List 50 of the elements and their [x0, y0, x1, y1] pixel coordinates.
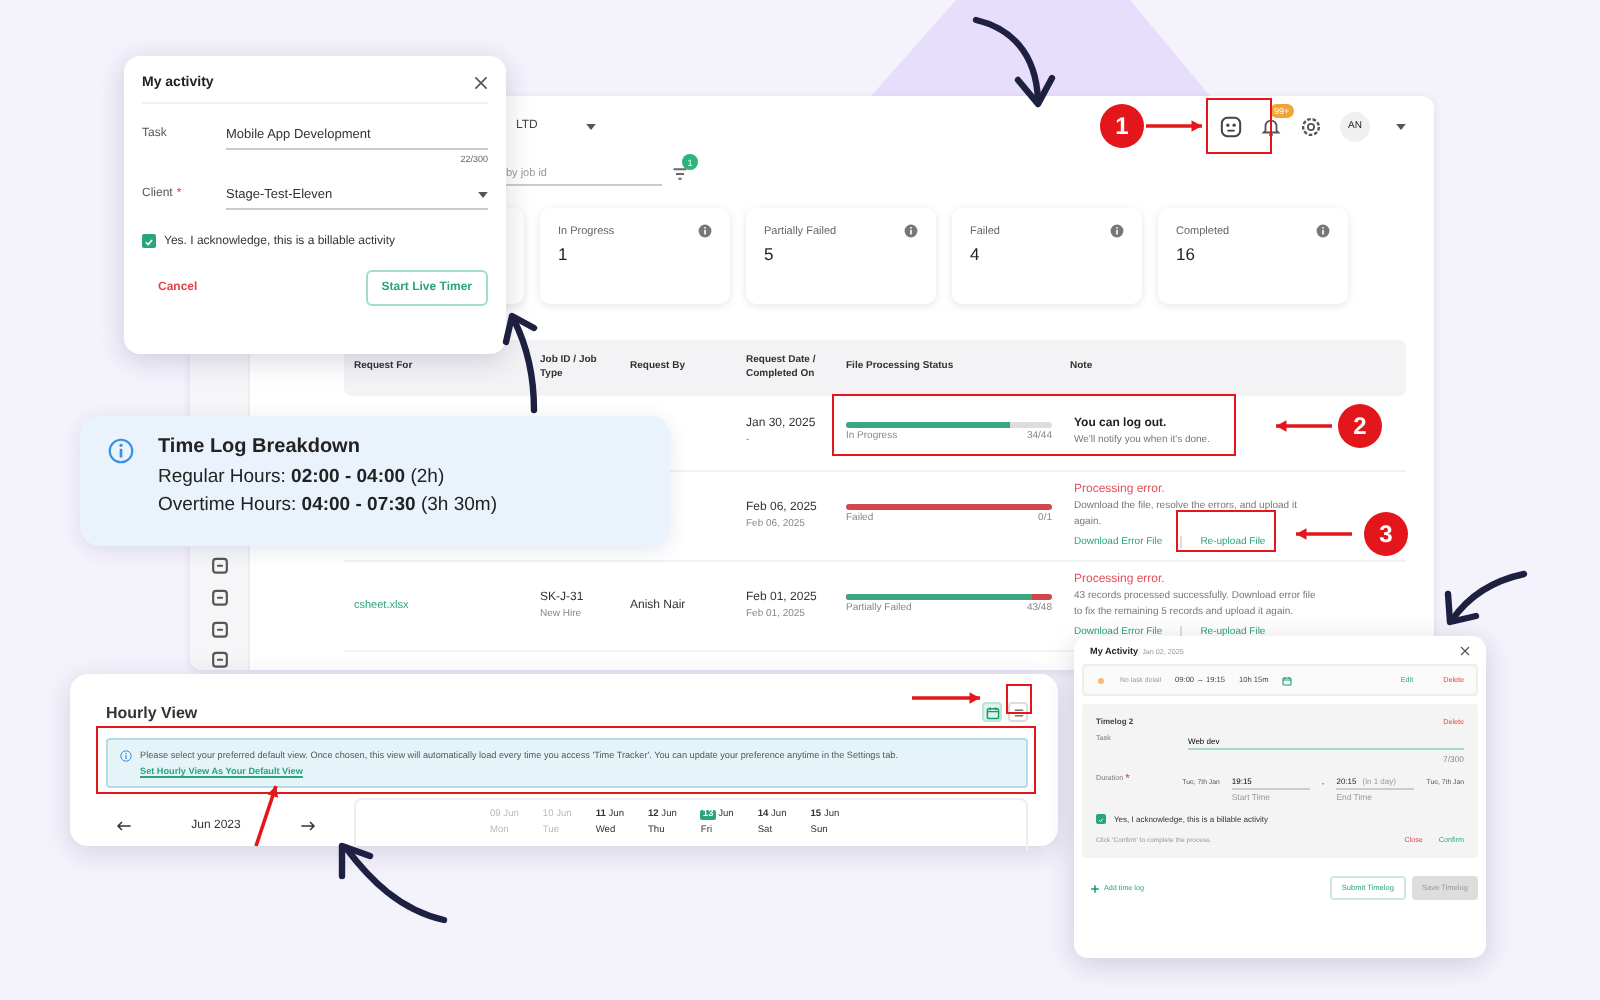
sidebar-menu-icon[interactable] [209, 556, 229, 576]
curved-arrow [1444, 570, 1528, 626]
sidebar-menu-icon[interactable] [209, 619, 229, 639]
pointer-arrow [1276, 416, 1332, 436]
info-icon[interactable] [1316, 224, 1330, 238]
checkbox[interactable] [1096, 814, 1106, 824]
status-dot-icon [1096, 675, 1106, 685]
curved-arrow [338, 842, 448, 924]
info-icon[interactable] [1110, 224, 1124, 238]
card-title: Time Log Breakdown [158, 436, 362, 458]
caret-icon [585, 123, 596, 129]
hours-text: Regular Hours: 02:00 - 04:00 (2h) [158, 464, 447, 492]
smiley-square-icon[interactable] [1220, 115, 1242, 137]
stat-value: 4 [970, 244, 982, 264]
close-icon[interactable] [474, 76, 488, 90]
info-icon [108, 438, 134, 464]
panel-title: Hourly View [106, 703, 198, 721]
list-icon [1011, 705, 1025, 719]
info-icon [120, 750, 132, 762]
hours-text: Overtime Hours: 04:00 - 07:30 (3h 30m) [158, 491, 497, 520]
pointer-arrow [252, 782, 280, 850]
calendar-view-toggle[interactable] [982, 702, 1002, 722]
pointer-arrow [1146, 116, 1202, 136]
highlight-box [1006, 684, 1032, 714]
curved-arrow [972, 16, 1056, 108]
pointer-arrow [1296, 524, 1352, 544]
plus-icon [1090, 883, 1100, 893]
stat-value: 5 [764, 244, 776, 264]
sidebar-menu-icon[interactable] [209, 650, 229, 670]
stat-value: 16 [1176, 244, 1197, 264]
caret-icon[interactable] [1396, 123, 1406, 129]
highlight-box [1176, 510, 1276, 552]
calendar-icon [985, 705, 999, 719]
stat-value: 1 [558, 244, 570, 264]
next-arrow-icon[interactable] [299, 820, 316, 833]
previous-arrow-icon[interactable] [116, 820, 132, 833]
list-view-toggle[interactable] [1008, 702, 1028, 722]
info-icon[interactable] [904, 224, 918, 238]
info-icon[interactable] [698, 224, 712, 238]
highlight-box [1206, 98, 1272, 154]
settings-icon[interactable] [1300, 115, 1322, 137]
close-icon[interactable] [1460, 646, 1470, 656]
sidebar-menu-icon[interactable] [209, 587, 229, 607]
calendar-icon[interactable] [1282, 675, 1293, 685]
curved-arrow [502, 312, 538, 414]
caret-icon [478, 192, 488, 198]
notification-bell-icon[interactable] [1260, 115, 1282, 137]
pointer-arrow [912, 690, 980, 706]
filter-icon[interactable] [672, 166, 688, 182]
checkbox[interactable] [142, 234, 156, 248]
